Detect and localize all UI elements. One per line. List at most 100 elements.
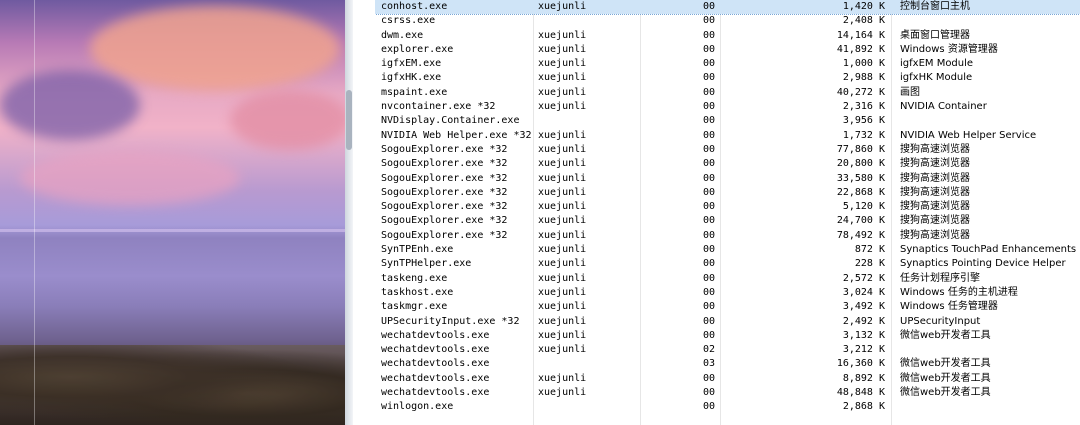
process-list[interactable]: conhost.exe xuejunli 00 1,420 K 控制台窗口主机 csrss…	[375, 0, 1080, 425]
process-name: csrss.exe	[381, 15, 436, 27]
process-cpu: 02	[702, 344, 715, 356]
process-memory: 3,212 K	[842, 344, 885, 356]
cloud	[20, 150, 240, 205]
process-description: 搜狗高速浏览器	[900, 158, 970, 170]
panel-gap	[353, 0, 375, 425]
process-user: xuejunli	[538, 101, 587, 113]
process-row[interactable]: SogouExplorer.exe *32 xuejunli 00 20,800 K 搜…	[375, 157, 1080, 171]
process-row[interactable]: SogouExplorer.exe *32 xuejunli 00 5,120 K 搜狗…	[375, 200, 1080, 214]
process-memory: 77,860 K	[836, 143, 885, 155]
process-memory: 2,316 K	[842, 101, 885, 113]
process-description: 任务计划程序引擎	[900, 272, 980, 284]
process-row[interactable]: wechatdevtools.exe xuejunli 00 3,132 K 微信web…	[375, 329, 1080, 343]
process-description: NVIDIA Web Helper Service	[900, 129, 1037, 141]
process-row[interactable]: wechatdevtools.exe 03 16,360 K 微信web开发者工具	[375, 357, 1080, 371]
process-memory: 2,572 K	[842, 272, 885, 284]
process-user: xuejunli	[538, 301, 587, 313]
process-cpu: 00	[702, 29, 715, 41]
process-row[interactable]: dwm.exe xuejunli 00 14,164 K 桌面窗口管理器	[375, 29, 1080, 43]
process-name: wechatdevtools.exe	[381, 344, 490, 356]
process-memory: 5,120 K	[842, 201, 885, 213]
cloud	[230, 90, 350, 150]
process-row[interactable]: taskeng.exe xuejunli 00 2,572 K 任务计划程序引擎	[375, 272, 1080, 286]
process-row[interactable]: taskhost.exe xuejunli 00 3,024 K Windows 任务的…	[375, 286, 1080, 300]
process-user: xuejunli	[538, 58, 587, 70]
vertical-scrollbar[interactable]	[345, 0, 353, 425]
process-row[interactable]: SogouExplorer.exe *32 xuejunli 00 22,868 K 搜…	[375, 186, 1080, 200]
scrollbar-thumb[interactable]	[346, 90, 352, 150]
process-cpu: 00	[702, 72, 715, 84]
process-row[interactable]: wechatdevtools.exe xuejunli 02 3,212 K	[375, 343, 1080, 357]
process-name: SynTPHelper.exe	[381, 258, 472, 270]
process-row[interactable]: explorer.exe xuejunli 00 41,892 K Windows 资源…	[375, 43, 1080, 57]
process-cpu: 00	[702, 272, 715, 284]
process-user: xuejunli	[538, 272, 587, 284]
process-user: xuejunli	[538, 86, 587, 98]
process-user: xuejunli	[538, 201, 587, 213]
process-row[interactable]: igfxEM.exe xuejunli 00 1,000 K igfxEM Module	[375, 57, 1080, 71]
process-name: wechatdevtools.exe	[381, 387, 490, 399]
process-memory: 48,848 K	[836, 387, 885, 399]
process-memory: 3,956 K	[842, 115, 885, 127]
process-cpu: 00	[702, 258, 715, 270]
process-memory: 22,868 K	[836, 186, 885, 198]
process-user: xuejunli	[538, 387, 587, 399]
process-description: 微信web开发者工具	[900, 372, 991, 384]
process-description: 控制台窗口主机	[900, 1, 970, 12]
process-row[interactable]: winlogon.exe 00 2,868 K	[375, 400, 1080, 414]
process-description: 画图	[900, 86, 920, 98]
process-row[interactable]: conhost.exe xuejunli 00 1,420 K 控制台窗口主机	[375, 0, 1080, 16]
process-row[interactable]: nvcontainer.exe *32 xuejunli 00 2,316 K NVID…	[375, 100, 1080, 114]
process-row[interactable]: SogouExplorer.exe *32 xuejunli 00 78,492 K 搜…	[375, 229, 1080, 243]
process-row[interactable]: SogouExplorer.exe *32 xuejunli 00 24,700 K 搜…	[375, 214, 1080, 228]
process-memory: 2,868 K	[842, 401, 885, 413]
process-cpu: 00	[702, 201, 715, 213]
process-name: SynTPEnh.exe	[381, 244, 454, 256]
process-description: Windows 任务管理器	[900, 301, 998, 313]
process-row[interactable]: SogouExplorer.exe *32 xuejunli 00 77,860 K 搜…	[375, 143, 1080, 157]
process-user: xuejunli	[538, 1, 587, 12]
process-name: taskhost.exe	[381, 286, 454, 298]
process-description: igfxHK Module	[900, 72, 973, 84]
process-user: xuejunli	[538, 186, 587, 198]
process-row[interactable]: SogouExplorer.exe *32 xuejunli 00 33,580 K 搜…	[375, 172, 1080, 186]
process-user: xuejunli	[538, 258, 587, 270]
shore-rocks	[0, 345, 352, 425]
process-name: taskeng.exe	[381, 272, 448, 284]
process-user: xuejunli	[538, 29, 587, 41]
process-row[interactable]: igfxHK.exe xuejunli 00 2,988 K igfxHK Module	[375, 71, 1080, 85]
process-cpu: 00	[702, 143, 715, 155]
process-memory: 40,272 K	[836, 86, 885, 98]
process-cpu: 00	[702, 115, 715, 127]
process-row[interactable]: UPSecurityInput.exe *32 xuejunli 00 2,492 K…	[375, 315, 1080, 329]
process-name: nvcontainer.exe *32	[381, 101, 496, 113]
process-cpu: 00	[702, 172, 715, 184]
process-name: winlogon.exe	[381, 401, 454, 413]
process-row[interactable]: wechatdevtools.exe xuejunli 00 48,848 K 微信we…	[375, 386, 1080, 400]
process-row[interactable]: SynTPEnh.exe xuejunli 00 872 K Synaptics Tou…	[375, 243, 1080, 257]
process-cpu: 03	[702, 358, 715, 370]
process-name: SogouExplorer.exe *32	[381, 201, 508, 213]
process-row[interactable]: mspaint.exe xuejunli 00 40,272 K 画图	[375, 86, 1080, 100]
process-name: SogouExplorer.exe *32	[381, 172, 508, 184]
process-row[interactable]: NVIDIA Web Helper.exe *32 xuejunli 00 1,732…	[375, 129, 1080, 143]
process-name: mspaint.exe	[381, 86, 448, 98]
process-description: 搜狗高速浏览器	[900, 229, 970, 241]
process-user: xuejunli	[538, 172, 587, 184]
process-memory: 14,164 K	[836, 29, 885, 41]
process-name: explorer.exe	[381, 43, 454, 55]
process-row[interactable]: NVDisplay.Container.exe 00 3,956 K	[375, 114, 1080, 128]
process-cpu: 00	[702, 43, 715, 55]
process-row[interactable]: SynTPHelper.exe xuejunli 00 228 K Synaptics …	[375, 257, 1080, 271]
process-user: xuejunli	[538, 286, 587, 298]
process-user: xuejunli	[538, 315, 587, 327]
process-row[interactable]: csrss.exe 00 2,408 K	[375, 14, 1080, 28]
process-user: xuejunli	[538, 229, 587, 241]
process-name: SogouExplorer.exe *32	[381, 143, 508, 155]
process-description: 桌面窗口管理器	[900, 29, 970, 41]
process-cpu: 00	[702, 229, 715, 241]
process-row[interactable]: taskmgr.exe xuejunli 00 3,492 K Windows 任务管理…	[375, 300, 1080, 314]
process-description: 微信web开发者工具	[900, 329, 991, 341]
process-name: taskmgr.exe	[381, 301, 448, 313]
process-row[interactable]: wechatdevtools.exe xuejunli 00 8,892 K 微信web…	[375, 372, 1080, 386]
